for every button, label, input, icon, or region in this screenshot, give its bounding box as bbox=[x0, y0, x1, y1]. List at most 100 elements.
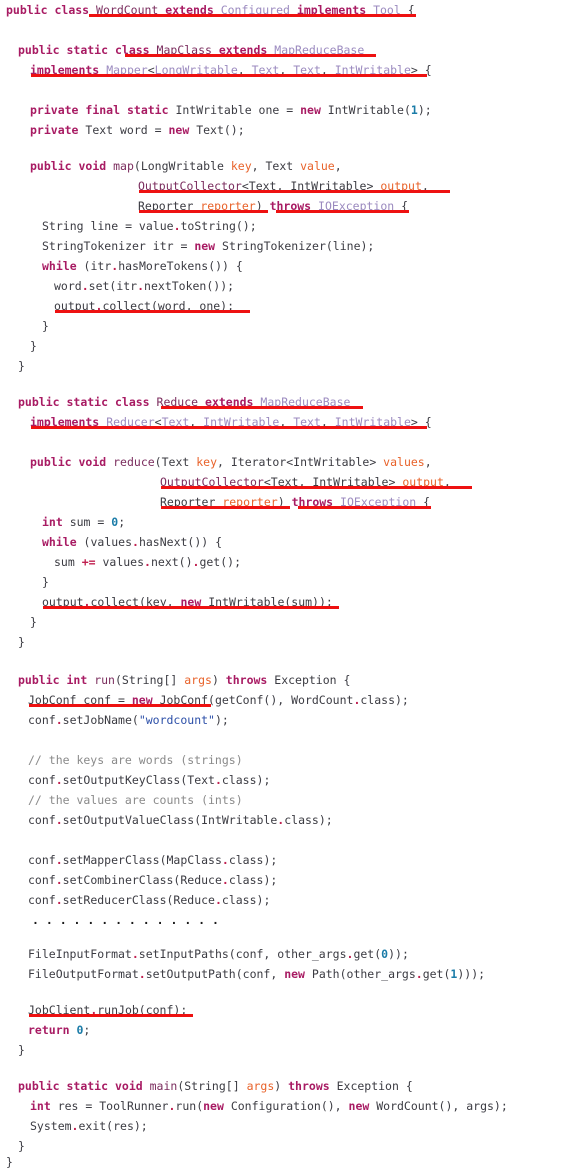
underline-reduce-extends-mapreducebase bbox=[161, 406, 363, 409]
code-token-plain: nextToken()); bbox=[144, 279, 235, 293]
code-token-plain: setReducerClass(Reduce bbox=[62, 893, 215, 907]
code-line: } bbox=[18, 356, 25, 376]
code-line: } bbox=[42, 316, 49, 336]
code-token-num: 1 bbox=[410, 103, 418, 117]
code-token-kw: public bbox=[18, 1079, 60, 1093]
code-token-str: "wordcount" bbox=[138, 713, 215, 727]
code-line: while (values.hasNext()) { bbox=[42, 532, 222, 552]
code-line: OutputCollector<Text, IntWritable> outpu… bbox=[138, 176, 429, 196]
code-line: output.collect(key, new IntWritable(sum)… bbox=[42, 592, 333, 612]
code-token-plain: class); bbox=[284, 813, 333, 827]
code-line: public void reduce(Text key, Iterator<In… bbox=[30, 452, 432, 472]
code-token-kw: class bbox=[114, 395, 150, 409]
underline-outputcollector-output-map bbox=[139, 190, 450, 193]
code-token-kw: new bbox=[168, 123, 190, 137]
code-token-plain: res = ToolRunner bbox=[50, 1099, 169, 1113]
code-token-kw: class bbox=[54, 3, 90, 17]
code-token-dot: . bbox=[415, 967, 423, 981]
underline-reporter-reporter-reduce bbox=[161, 506, 290, 509]
code-token-plain: , Text bbox=[251, 159, 301, 173]
code-line: public static class MapClass extends Map… bbox=[18, 40, 364, 60]
code-token-plain: ; bbox=[118, 515, 126, 529]
code-token-cls: run bbox=[94, 673, 115, 687]
code-token-plain: (String[] bbox=[177, 1079, 247, 1093]
code-token-plain: ); bbox=[214, 713, 229, 727]
code-line: conf.setJobName("wordcount"); bbox=[28, 710, 229, 730]
code-token-param: args bbox=[246, 1079, 275, 1093]
code-line: implements Reducer<Text, IntWritable, Te… bbox=[30, 412, 432, 432]
code-token-plain: values bbox=[95, 555, 145, 569]
code-token-plain: word bbox=[54, 279, 82, 293]
code-token-plain: get(); bbox=[199, 555, 241, 569]
code-token-dots: . . . . . . . . . . . . . . bbox=[32, 913, 219, 927]
code-line: conf.setOutputValueClass(IntWritable.cla… bbox=[28, 810, 333, 830]
code-token-com: // the values are counts (ints) bbox=[28, 793, 243, 807]
code-token-cls: main bbox=[149, 1079, 178, 1093]
code-token-plain: sum = bbox=[62, 515, 112, 529]
code-token-plain: setOutputKeyClass(Text bbox=[62, 773, 215, 787]
code-token-dot: . bbox=[55, 853, 63, 867]
code-token-plain: } bbox=[42, 575, 49, 589]
code-token-dot: . bbox=[137, 279, 145, 293]
code-token-plain: conf bbox=[28, 893, 56, 907]
code-token-plain: )); bbox=[388, 947, 409, 961]
code-token-dot: . bbox=[221, 853, 229, 867]
code-token-dot: . bbox=[55, 873, 63, 887]
code-line: output.collect(word, one); bbox=[54, 296, 234, 316]
code-token-plain: Configuration(), bbox=[223, 1099, 349, 1113]
underline-implements-mapper-generics bbox=[31, 74, 427, 77]
code-token-dot: . bbox=[55, 893, 63, 907]
code-token-plain: String line = value bbox=[42, 219, 174, 233]
code-token-dot: . bbox=[55, 713, 63, 727]
code-token-kw: public bbox=[30, 159, 72, 173]
code-token-plain: sum bbox=[54, 555, 82, 569]
code-line: sum += values.next().get(); bbox=[54, 552, 241, 572]
code-token-plain: conf bbox=[28, 853, 56, 867]
code-token-kw: static bbox=[66, 395, 109, 409]
code-token-plain: set(itr bbox=[88, 279, 138, 293]
underline-output-collect-word-one bbox=[55, 310, 250, 313]
code-line: public int run(String[] args) throws Exc… bbox=[18, 670, 350, 690]
code-token-kw: public bbox=[18, 43, 60, 57]
code-token-plain: setInputPaths(conf, other_args bbox=[138, 947, 347, 961]
code-token-com: // the keys are words (strings) bbox=[28, 753, 243, 767]
code-token-dot: . bbox=[81, 279, 89, 293]
code-line: int res = ToolRunner.run(new Configurati… bbox=[30, 1096, 508, 1116]
code-token-dot: . bbox=[132, 535, 139, 549]
code-token-plain: , Iterator<IntWritable> bbox=[217, 455, 384, 469]
code-line: JobClient.runJob(conf); bbox=[28, 1000, 187, 1020]
code-token-plain: get( bbox=[422, 967, 451, 981]
code-line: while (itr.hasMoreTokens()) { bbox=[42, 256, 243, 276]
code-token-plain: } bbox=[30, 615, 37, 629]
code-token-kw: return bbox=[28, 1023, 70, 1037]
code-token-plain: Text word = bbox=[78, 123, 169, 137]
code-line: } bbox=[30, 612, 37, 632]
code-listing: public class WordCount extends Configure… bbox=[0, 0, 572, 1169]
code-token-plain: } bbox=[18, 1139, 25, 1153]
code-line: } bbox=[42, 572, 49, 592]
code-token-dot: . bbox=[55, 813, 63, 827]
code-token-plain: (itr bbox=[76, 259, 112, 273]
code-token-kw: static bbox=[66, 43, 109, 57]
code-token-plain: (String[] bbox=[114, 673, 185, 687]
code-token-plain: Exception { bbox=[329, 1079, 413, 1093]
code-line: word.set(itr.nextToken()); bbox=[54, 276, 234, 296]
code-token-kw: void bbox=[78, 455, 107, 469]
code-line: public static void main(String[] args) t… bbox=[18, 1076, 413, 1096]
code-token-plain: (LongWritable bbox=[133, 159, 231, 173]
code-token-plain: conf bbox=[28, 873, 56, 887]
code-token-plain: one = bbox=[251, 103, 301, 117]
code-token-plain: setJobName( bbox=[62, 713, 139, 727]
code-line: FileInputFormat.setInputPaths(conf, othe… bbox=[28, 944, 409, 964]
code-line: } bbox=[18, 1136, 25, 1156]
code-line: FileOutputFormat.setOutputPath(conf, new… bbox=[28, 964, 485, 984]
code-token-plain: IntWritable bbox=[175, 103, 252, 117]
code-token-plain: (values bbox=[76, 535, 133, 549]
underline-jobclient-runjob-conf bbox=[29, 1014, 193, 1017]
underline-class-mapclass-extends-mapreducebase bbox=[125, 54, 376, 57]
